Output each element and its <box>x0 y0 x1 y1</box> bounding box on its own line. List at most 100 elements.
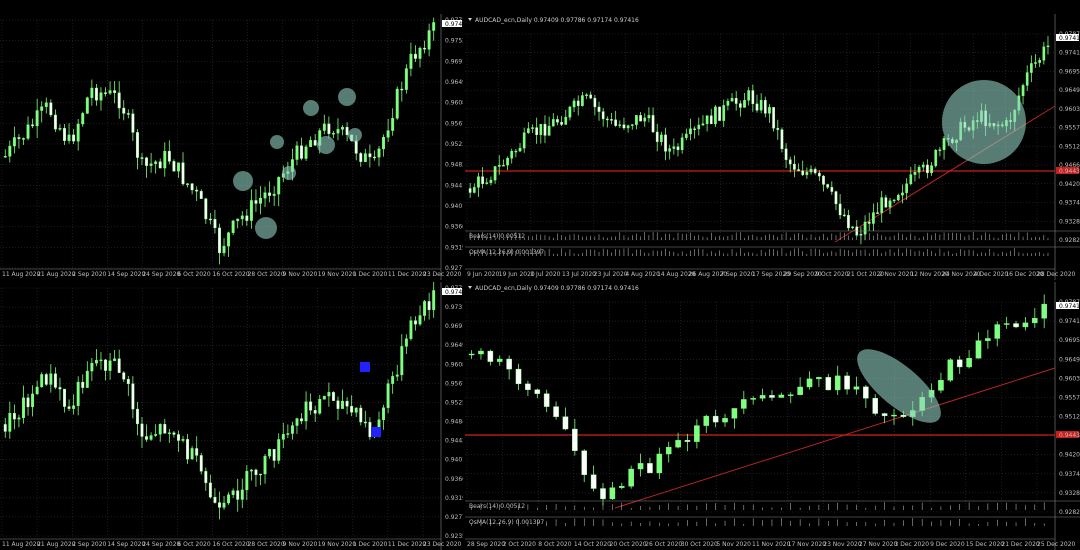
candle-body <box>135 408 139 425</box>
candle-body <box>400 346 404 376</box>
chart-panel-bottom-right[interactable]: AUDCAD_ecn,Daily 0.97409 0.97786 0.97174… <box>465 282 1080 550</box>
candle-body <box>747 90 751 101</box>
price-tick-label: 0.97310 <box>445 304 463 311</box>
candle-body <box>85 97 89 114</box>
candle-body <box>395 374 399 377</box>
date-tick-label: 16 Oct 2020 <box>213 271 250 278</box>
candle-body <box>218 227 221 254</box>
panel-background <box>0 282 463 550</box>
current-price-label: 0.97416 <box>1059 35 1080 42</box>
candle-body <box>359 153 363 162</box>
marker-square <box>360 362 370 372</box>
candle-body <box>72 134 76 142</box>
date-tick-label: 2 Nov 2020 <box>879 271 914 278</box>
price-tick-label: 0.96030 <box>1059 106 1080 113</box>
candle-body <box>304 146 308 159</box>
candle-body <box>651 115 655 133</box>
candle-body <box>1046 45 1050 48</box>
candle-body <box>714 106 717 125</box>
candle-body <box>543 393 550 407</box>
candle-body <box>67 406 71 409</box>
candle-body <box>3 156 7 158</box>
candle-body <box>1030 63 1033 73</box>
candle-body <box>626 125 630 129</box>
candle-body <box>514 150 518 153</box>
candle-body <box>703 415 710 426</box>
candle-body <box>245 215 249 221</box>
price-tick-label: 0.95250 <box>445 399 463 406</box>
candle-body <box>190 448 194 460</box>
candle-body <box>665 446 672 455</box>
candle-body <box>263 192 267 199</box>
chart-panel-top-right[interactable]: AUDCAD_ecn,Daily 0.97409 0.97786 0.97174… <box>465 14 1080 280</box>
candle-body <box>222 502 226 508</box>
candle-body <box>515 368 522 385</box>
candle-body <box>759 395 766 399</box>
date-tick-label: 3 Dec 2020 <box>895 541 930 548</box>
candle-body <box>892 199 896 202</box>
candle-body <box>363 153 367 162</box>
candle-body <box>309 140 313 148</box>
candle-body <box>58 128 62 130</box>
candle-body <box>818 172 821 177</box>
candle-body <box>793 163 796 170</box>
candle-body <box>231 490 235 495</box>
candle-body <box>368 153 372 158</box>
date-tick-label: 25 Dec 2020 <box>1037 541 1076 548</box>
candle-body <box>851 226 854 229</box>
candle-body <box>938 380 944 391</box>
price-tick-label: 0.93190 <box>445 244 463 251</box>
candle-body <box>304 401 308 422</box>
candle-body <box>618 124 622 126</box>
candle-body <box>341 126 344 130</box>
candle-body <box>496 358 503 362</box>
candle-body <box>76 381 80 406</box>
candle-body <box>154 161 158 164</box>
candle-body <box>701 123 705 126</box>
candle-body <box>618 486 625 488</box>
candle-body <box>553 406 559 417</box>
chart-panel-top-left[interactable]: 0.977300.975200.969100.964900.960800.956… <box>0 14 463 280</box>
candle-body <box>236 218 240 222</box>
candle-body <box>400 88 404 91</box>
candle-body <box>44 374 48 385</box>
candle-body <box>263 455 267 475</box>
date-tick-label: 8 Oct 2020 <box>538 541 571 548</box>
current-price-label: 0.97416 <box>1059 303 1080 310</box>
date-tick-label: 9 Nov 2020 <box>283 541 318 548</box>
price-tick-label: 0.92820 <box>1059 509 1080 516</box>
candle-body <box>17 417 21 420</box>
candle-body <box>477 176 480 188</box>
candle-body <box>551 119 555 127</box>
candle-body <box>730 98 734 102</box>
candle-body <box>609 487 616 500</box>
chart-panel-bottom-left[interactable]: 0.977300.973100.969100.964900.960800.956… <box>0 282 463 550</box>
candle-body <box>135 132 139 158</box>
candle-body <box>934 149 938 166</box>
candle-body <box>506 157 509 166</box>
candle-body <box>1042 46 1046 61</box>
candle-body <box>126 113 130 115</box>
price-tick-label: 0.96950 <box>1059 337 1080 344</box>
date-tick-label: 19 Nov 2020 <box>318 271 357 278</box>
candle-body <box>386 383 390 408</box>
candle-body <box>787 394 794 396</box>
candle-body <box>63 388 66 407</box>
candle-body <box>872 212 875 224</box>
candle-body <box>309 401 313 411</box>
candle-body <box>1032 318 1038 324</box>
candle-body <box>181 439 185 441</box>
candle-body <box>597 106 601 112</box>
candle-body <box>377 148 381 158</box>
candle-body <box>113 358 117 362</box>
candle-body <box>487 350 494 362</box>
candle-body <box>199 191 203 199</box>
candle-body <box>543 123 547 136</box>
date-tick-label: 20 Oct 2020 <box>610 541 647 548</box>
candle-body <box>22 138 25 140</box>
highlight-circle <box>942 80 1026 164</box>
price-tick-label: 0.97410 <box>1059 50 1080 57</box>
date-tick-label: 4 Aug 2020 <box>625 271 660 278</box>
candle-body <box>844 375 850 390</box>
price-tick-label: 0.96030 <box>1059 375 1080 382</box>
